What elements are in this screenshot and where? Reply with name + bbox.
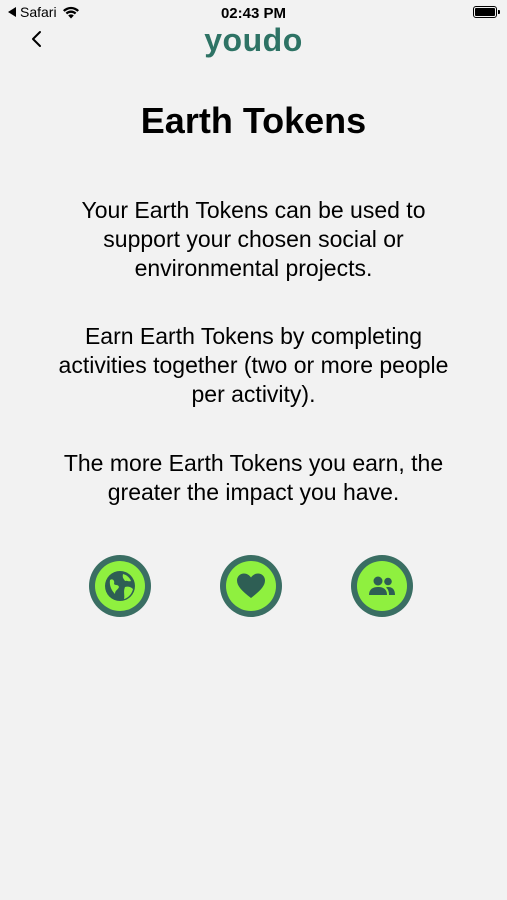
description-paragraph: Earn Earth Tokens by completing activiti… [58,323,449,407]
people-icon [351,555,413,617]
description-paragraph: Your Earth Tokens can be used to support… [81,197,426,281]
impact-icons [0,555,507,617]
page-title: Earth Tokens [140,100,367,141]
battery-icon [473,6,500,18]
heart-icon [220,555,282,617]
status-time: 02:43 PM [220,5,287,22]
app-logo: youdo [204,22,303,58]
globe-icon [89,555,151,617]
description-paragraph: The more Earth Tokens you earn, the grea… [63,450,444,505]
